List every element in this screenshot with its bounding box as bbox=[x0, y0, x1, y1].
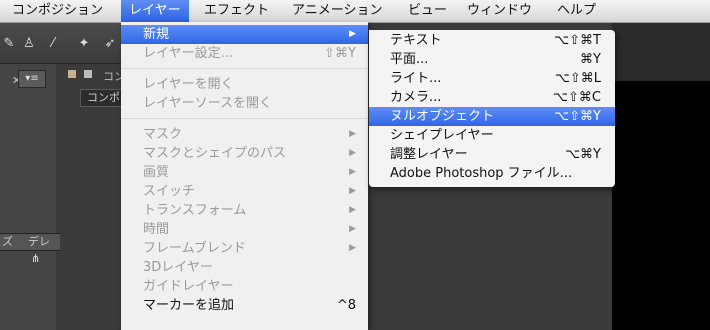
submenu-item-label: 調整レイヤー bbox=[390, 147, 468, 162]
column-header-2[interactable]: デレ bbox=[28, 234, 50, 250]
menu-item-switches[interactable]: スイッチ ▶ bbox=[121, 182, 368, 201]
menu-item-3d-layer[interactable]: 3Dレイヤー bbox=[121, 258, 368, 277]
hierarchy-icon: ⋔ bbox=[31, 252, 41, 265]
pointer-tool-icon[interactable]: ➶ bbox=[101, 35, 119, 53]
submenu-item-label: ヌルオブジェクト bbox=[390, 109, 495, 124]
submenu-item-solid[interactable]: 平面... ⌘Y bbox=[369, 50, 615, 69]
submenu-arrow-icon: ▶ bbox=[349, 243, 356, 253]
submenu-arrow-icon: ▶ bbox=[349, 224, 356, 234]
submenu-item-camera[interactable]: カメラ... ⌥⇧⌘C bbox=[369, 88, 615, 107]
menu-item-layer-settings[interactable]: レイヤー設定... ⇧⌘Y bbox=[121, 44, 368, 63]
submenu-item-shortcut: ⌥⇧⌘L bbox=[554, 71, 601, 86]
panel-menu-button[interactable]: ▾≡ bbox=[18, 70, 46, 88]
menu-item-label: マーカーを追加 bbox=[143, 298, 235, 313]
submenu-item-shortcut: ⌥⇧⌘Y bbox=[554, 109, 601, 124]
menu-item-open-layer[interactable]: レイヤーを開く bbox=[121, 75, 368, 94]
submenu-item-text[interactable]: テキスト ⌥⇧⌘T bbox=[369, 31, 615, 50]
menu-window[interactable]: ウィンドウ bbox=[459, 0, 540, 22]
menu-item-label: 時間 bbox=[143, 222, 170, 237]
viewer-header bbox=[612, 23, 710, 81]
menu-separator bbox=[121, 68, 368, 69]
submenu-item-shortcut: ⌥⌘Y bbox=[565, 147, 601, 162]
submenu-item-shortcut: ⌥⇧⌘C bbox=[553, 90, 601, 105]
composition-tab[interactable]: コンポ bbox=[80, 89, 127, 107]
submenu-arrow-icon: ▶ bbox=[349, 29, 356, 39]
submenu-arrow-icon: ▶ bbox=[349, 167, 356, 177]
submenu-item-adjustment-layer[interactable]: 調整レイヤー ⌥⌘Y bbox=[369, 145, 615, 164]
menu-item-add-marker[interactable]: マーカーを追加 ^8 bbox=[121, 296, 368, 315]
menu-item-label: スイッチ bbox=[143, 184, 196, 199]
menu-item-label: 新規 bbox=[143, 27, 170, 42]
submenu-item-label: カメラ... bbox=[390, 90, 442, 105]
lock-icon[interactable] bbox=[84, 70, 92, 78]
menu-item-mask-shape-path[interactable]: マスクとシェイプのパス ▶ bbox=[121, 144, 368, 163]
menu-item-label: 3Dレイヤー bbox=[143, 260, 213, 275]
submenu-item-label: ライト... bbox=[390, 71, 442, 86]
menu-item-label: レイヤー設定... bbox=[143, 46, 234, 61]
menu-animation[interactable]: アニメーション bbox=[284, 0, 390, 22]
project-panel bbox=[0, 64, 57, 330]
menu-effect[interactable]: エフェクト bbox=[196, 0, 277, 22]
timeline-column-headers: ズ デレ bbox=[0, 233, 60, 251]
submenu-arrow-icon: ▶ bbox=[349, 129, 356, 139]
pen-tool-icon[interactable]: ✎ bbox=[0, 35, 18, 53]
submenu-item-shortcut: ⌥⇧⌘T bbox=[554, 33, 601, 48]
menu-item-time[interactable]: 時間 ▶ bbox=[121, 220, 368, 239]
submenu-item-label: シェイプレイヤー bbox=[390, 128, 494, 143]
menu-item-shortcut: ^8 bbox=[336, 298, 356, 313]
menu-item-label: トランスフォーム bbox=[143, 203, 247, 218]
menu-bar: コンポジション レイヤー エフェクト アニメーション ビュー ウィンドウ ヘルプ bbox=[0, 0, 710, 23]
submenu-item-null-object[interactable]: ヌルオブジェクト ⌥⇧⌘Y bbox=[369, 107, 615, 126]
menu-item-shortcut: ⇧⌘Y bbox=[324, 46, 356, 61]
menu-item-open-layer-source[interactable]: レイヤーソースを開く bbox=[121, 94, 368, 113]
submenu-item-light[interactable]: ライト... ⌥⇧⌘L bbox=[369, 69, 615, 88]
pin-tool-icon[interactable]: ✦ bbox=[75, 35, 93, 53]
menu-item-label: 画質 bbox=[143, 165, 170, 180]
menu-item-label: レイヤーソースを開く bbox=[143, 96, 272, 111]
menu-item-label: フレームブレンド bbox=[143, 241, 246, 256]
menu-composition[interactable]: コンポジション bbox=[4, 0, 111, 22]
submenu-item-label: 平面... bbox=[390, 52, 429, 67]
submenu-arrow-icon: ▶ bbox=[349, 148, 356, 158]
menu-item-quality[interactable]: 画質 ▶ bbox=[121, 163, 368, 182]
menu-layer[interactable]: レイヤー bbox=[121, 0, 189, 22]
submenu-arrow-icon: ▶ bbox=[349, 186, 356, 196]
menu-item-transform[interactable]: トランスフォーム ▶ bbox=[121, 201, 368, 220]
menu-separator bbox=[121, 118, 368, 119]
menu-item-label: マスクとシェイプのパス bbox=[143, 146, 287, 161]
new-submenu: テキスト ⌥⇧⌘T 平面... ⌘Y ライト... ⌥⇧⌘L カメラ... ⌥⇧… bbox=[369, 30, 615, 187]
tools-panel: ✎ ♙ ⁄ ✦ ➶ bbox=[0, 23, 125, 64]
menu-item-label: マスク bbox=[143, 127, 183, 142]
submenu-item-label: Adobe Photoshop ファイル... bbox=[390, 166, 573, 181]
menu-item-label: ガイドレイヤー bbox=[143, 279, 234, 294]
menu-item-guide-layer[interactable]: ガイドレイヤー bbox=[121, 277, 368, 296]
submenu-item-photoshop-file[interactable]: Adobe Photoshop ファイル... bbox=[369, 164, 615, 183]
menu-view[interactable]: ビュー bbox=[400, 0, 455, 22]
puppet-tool-icon[interactable]: ♙ bbox=[20, 35, 38, 53]
menu-item-mask[interactable]: マスク ▶ bbox=[121, 125, 368, 144]
submenu-arrow-icon: ▶ bbox=[349, 205, 356, 215]
column-header-1[interactable]: ズ bbox=[2, 234, 13, 250]
menu-item-frame-blend[interactable]: フレームブレンド ▶ bbox=[121, 239, 368, 258]
brush-tool-icon[interactable]: ⁄ bbox=[44, 35, 62, 53]
layer-menu-dropdown: 新規 ▶ レイヤー設定... ⇧⌘Y レイヤーを開く レイヤーソースを開く マス… bbox=[121, 22, 368, 330]
menu-help[interactable]: ヘルプ bbox=[549, 0, 604, 22]
color-swatch-icon bbox=[68, 70, 76, 78]
menu-item-new[interactable]: 新規 ▶ bbox=[121, 25, 368, 44]
submenu-item-shortcut: ⌘Y bbox=[580, 52, 601, 67]
menu-item-label: レイヤーを開く bbox=[143, 77, 234, 92]
submenu-item-shape-layer[interactable]: シェイプレイヤー bbox=[369, 126, 615, 145]
submenu-item-label: テキスト bbox=[390, 33, 442, 48]
